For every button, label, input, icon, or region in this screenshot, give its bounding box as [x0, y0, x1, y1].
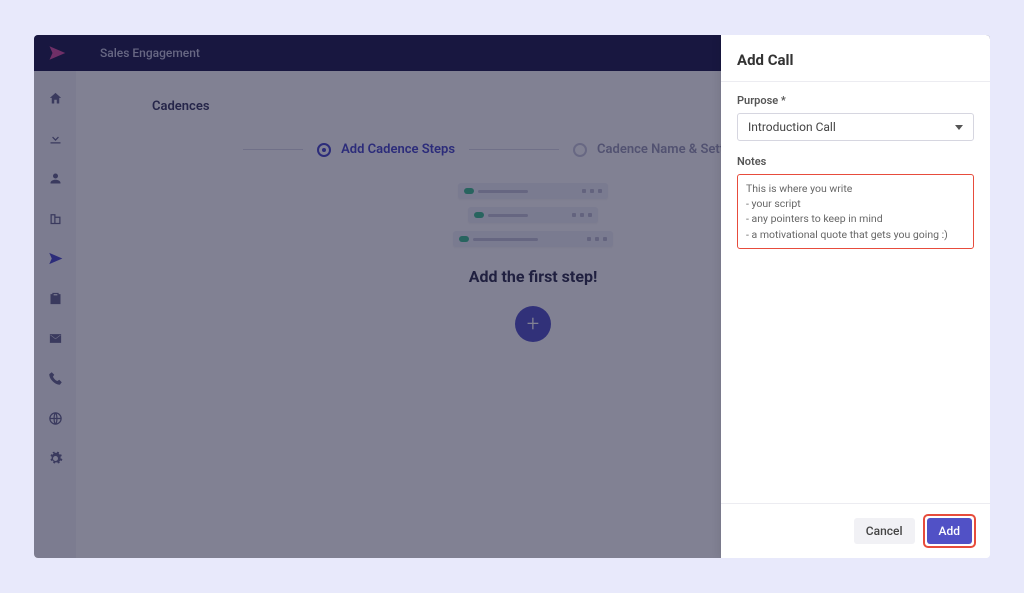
modal-overlay: [34, 35, 721, 558]
notes-input[interactable]: This is where you write - your script - …: [737, 174, 974, 249]
add-call-panel: Add Call Purpose * Introduction Call Not…: [721, 35, 990, 558]
add-button[interactable]: Add: [927, 518, 972, 544]
notes-label: Notes: [737, 155, 974, 168]
panel-title: Add Call: [737, 51, 974, 69]
add-button-highlight: Add: [923, 514, 976, 548]
purpose-label: Purpose *: [737, 94, 974, 107]
chevron-down-icon: [955, 125, 963, 130]
cancel-button[interactable]: Cancel: [854, 518, 915, 544]
purpose-select[interactable]: Introduction Call: [737, 113, 974, 141]
purpose-select-value: Introduction Call: [748, 120, 836, 134]
